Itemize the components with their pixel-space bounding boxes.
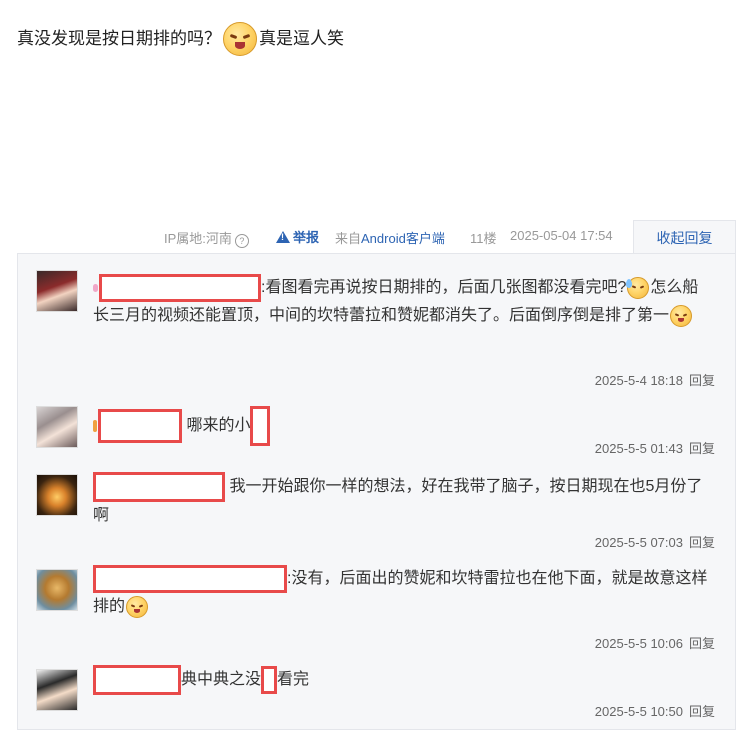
avatar[interactable] <box>36 406 78 448</box>
reply-content: :没有，后面出的赞妮和坎特雷拉也在他下面，就是故意这样排的 <box>93 565 713 621</box>
badge-icon <box>93 420 97 432</box>
reply-button[interactable]: 回复 <box>689 704 715 719</box>
redacted-text <box>250 406 271 446</box>
avatar[interactable] <box>36 569 78 611</box>
redacted-username <box>98 409 182 443</box>
post-text-after: 真是逗人笑 <box>259 29 344 48</box>
post-time: 2025-05-04 17:54 <box>510 228 613 243</box>
reply-button[interactable]: 回复 <box>689 535 715 550</box>
reply-time: 2025-5-5 10:06 <box>594 636 683 651</box>
reply-time: 2025-5-5 01:43 <box>594 441 683 456</box>
client-source: 来自Android客户端 <box>335 231 445 246</box>
redacted-username <box>93 565 287 593</box>
reply-time: 2025-5-4 18:18 <box>594 373 683 388</box>
ip-location: IP属地:河南? <box>164 228 249 248</box>
redacted-username <box>93 472 225 502</box>
smiling-emoji-icon <box>126 596 149 618</box>
reply-button[interactable]: 回复 <box>689 441 715 456</box>
avatar[interactable] <box>36 270 78 312</box>
reply-button[interactable]: 回复 <box>689 636 715 651</box>
sweating-emoji-icon <box>626 277 650 299</box>
warning-icon <box>276 231 290 243</box>
reply-time: 2025-5-5 10:50 <box>594 704 683 719</box>
post-text-before: 真没发现是按日期排的吗？ <box>17 29 221 48</box>
reply-meta: 2025-5-5 01:43 回复 <box>589 438 715 457</box>
laughing-emoji-icon <box>223 22 257 56</box>
reply-meta: 2025-5-5 10:50 回复 <box>589 701 715 720</box>
collapse-replies-button[interactable]: 收起回复 <box>633 220 736 254</box>
help-icon[interactable]: ? <box>234 234 249 248</box>
post-content: 真没发现是按日期排的吗？ 真是逗人笑 <box>17 22 344 56</box>
laughing-emoji-icon <box>670 305 693 327</box>
reply-meta: 2025-5-5 07:03 回复 <box>589 532 715 551</box>
reply-content: 我一开始跟你一样的想法，好在我带了脑子，按日期现在也5月份了啊 <box>93 472 713 530</box>
badge-icon <box>93 284 98 292</box>
reply-content: 典中典之没 看完 <box>93 665 713 695</box>
floor-number: 11楼 <box>470 231 497 246</box>
reply-content: :看图看完再说按日期排的，后面几张图都没看完吧? 怎么船长三月的视频还能置顶，中间… <box>93 274 713 330</box>
redacted-username <box>93 665 181 695</box>
reply-time: 2025-5-5 07:03 <box>594 535 683 550</box>
reply-list: :看图看完再说按日期排的，后面几张图都没看完吧? 怎么船长三月的视频还能置顶，中间… <box>17 253 736 730</box>
redacted-text <box>261 666 278 694</box>
report-link[interactable]: 举报 <box>276 227 319 246</box>
redacted-username <box>99 274 261 302</box>
avatar[interactable] <box>36 474 78 516</box>
reply-meta: 2025-5-5 10:06 回复 <box>589 633 715 652</box>
reply-meta: 2025-5-4 18:18 回复 <box>589 370 715 389</box>
avatar[interactable] <box>36 669 78 711</box>
client-link[interactable]: Android客户端 <box>361 231 445 246</box>
reply-button[interactable]: 回复 <box>689 373 715 388</box>
post-meta-bar: IP属地:河南? 举报 来自Android客户端 11楼 2025-05-04 … <box>0 220 738 254</box>
